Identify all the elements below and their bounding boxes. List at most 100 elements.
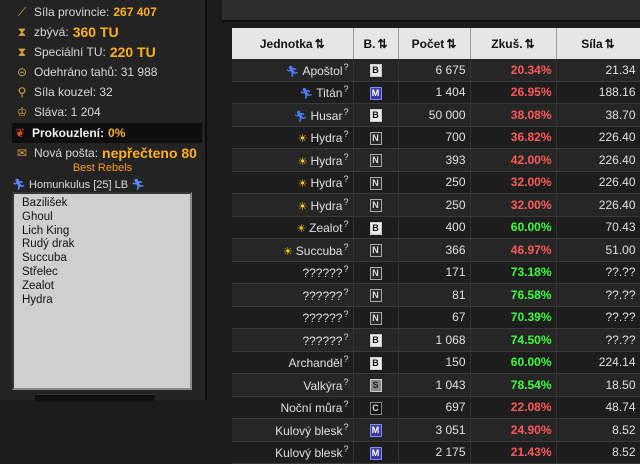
- unit-list-item[interactable]: Zealot: [22, 280, 182, 294]
- header-label: Počet: [411, 36, 445, 51]
- help-icon[interactable]: ?: [343, 174, 348, 184]
- sun-icon: ☀︎: [296, 223, 307, 236]
- unit-list-item[interactable]: Střelec: [22, 266, 182, 280]
- table-row: ☀︎ Succuba? N 366 46.97% 51.00: [232, 238, 640, 262]
- help-icon[interactable]: ?: [343, 354, 348, 364]
- col-header-power[interactable]: Síla ⇅: [556, 28, 640, 59]
- table-row: Kulový blesk? M 3 051 24.90% 8.52: [232, 418, 640, 442]
- unit-list-item[interactable]: Bazilišek: [22, 197, 182, 211]
- col-header-b[interactable]: B. ⇅: [353, 28, 399, 59]
- unit-list-item[interactable]: Hydra: [22, 294, 182, 308]
- power-cell: 38.70: [556, 103, 640, 127]
- type-cell: M: [353, 418, 399, 442]
- table-row: Valkýra? S 1 043 78.54% 18.50: [232, 373, 640, 397]
- power-cell: 224.14: [556, 351, 640, 374]
- unit-list-item[interactable]: Succuba: [22, 252, 182, 266]
- unit-listbox[interactable]: Bazilišek Ghoul Lich King Rudý drak Succuba S…: [12, 192, 192, 390]
- unit-name-link[interactable]: Titán: [316, 86, 342, 100]
- stat-remaining-tu: ⧗ zbývá: 360 TU: [14, 23, 119, 41]
- unit-name-link[interactable]: Hydra: [310, 154, 342, 168]
- help-icon[interactable]: ?: [343, 264, 348, 274]
- help-icon[interactable]: ?: [343, 107, 348, 117]
- runner-icon: 🏃︎: [299, 88, 314, 101]
- exp-cell: 76.58%: [470, 283, 557, 307]
- unit-cell: Kulový blesk?: [232, 418, 354, 442]
- count-cell: 250: [398, 171, 471, 194]
- col-header-unit[interactable]: Jednotka ⇅: [232, 28, 354, 59]
- help-icon[interactable]: ?: [343, 129, 348, 139]
- power-cell: ??.??: [556, 306, 640, 329]
- best-rebels-link[interactable]: Best Rebels: [0, 162, 205, 174]
- stat-special-tu: ⧗ Speciální TU: 220 TU: [14, 43, 156, 61]
- unit-name-link[interactable]: Noční můra: [280, 401, 342, 415]
- table-row: Archanděl? B 150 60.00% 224.14: [232, 351, 640, 374]
- header-label: B.: [363, 36, 376, 51]
- count-cell: 67: [398, 306, 471, 329]
- power-cell: ??.??: [556, 283, 640, 307]
- unit-name-link[interactable]: Zealot: [309, 221, 342, 235]
- type-cell: N: [353, 148, 399, 172]
- sort-icon: ⇅: [446, 36, 457, 51]
- unit-name-link[interactable]: ??????: [302, 334, 342, 348]
- help-icon[interactable]: ?: [343, 287, 348, 297]
- help-icon[interactable]: ?: [343, 62, 348, 72]
- unit-name-link[interactable]: Apoštol: [302, 64, 342, 78]
- count-cell: 250: [398, 193, 471, 217]
- mail-unread-link[interactable]: nepřečteno 80: [102, 145, 197, 161]
- unit-name-link[interactable]: Valkýra: [303, 379, 342, 393]
- unit-list-item[interactable]: Ghoul: [22, 211, 182, 225]
- power-cell: 48.74: [556, 396, 640, 419]
- unit-name-link[interactable]: Kulový blesk: [275, 424, 342, 438]
- count-cell: 1 404: [398, 81, 471, 104]
- power-cell: 188.16: [556, 81, 640, 104]
- col-header-count[interactable]: Počet ⇅: [398, 28, 471, 59]
- homunkulus-info: 🏃︎ Homunkulus [25] LB 🏃︎: [12, 178, 145, 191]
- unit-name-link[interactable]: Kulový blesk: [275, 446, 342, 460]
- unit-name-link[interactable]: ??????: [302, 311, 342, 325]
- unit-list-item[interactable]: Lich King: [22, 225, 182, 239]
- unit-name-link[interactable]: Archanděl: [288, 356, 342, 370]
- unit-name-link[interactable]: Hydra: [310, 199, 342, 213]
- type-cell: B: [353, 328, 399, 352]
- unit-cell: Archanděl?: [232, 351, 354, 374]
- unit-name-link[interactable]: Hydra: [310, 131, 342, 145]
- count-cell: 171: [398, 261, 471, 284]
- header-label: Jednotka: [259, 36, 313, 51]
- sun-icon: ☀︎: [297, 133, 308, 146]
- power-cell: 226.40: [556, 171, 640, 194]
- stat-value: 360 TU: [72, 24, 119, 40]
- exp-cell: 38.08%: [470, 103, 557, 127]
- type-cell: B: [353, 103, 399, 127]
- help-icon[interactable]: ?: [343, 219, 348, 229]
- count-cell: 1 068: [398, 328, 471, 352]
- unit-name-link[interactable]: Succuba: [296, 244, 343, 258]
- help-icon[interactable]: ?: [343, 332, 348, 342]
- unit-name-link[interactable]: ??????: [302, 289, 342, 303]
- unit-name-link[interactable]: ??????: [302, 266, 342, 280]
- power-cell: 226.40: [556, 148, 640, 172]
- help-icon[interactable]: ?: [343, 309, 348, 319]
- exp-cell: 20.34%: [470, 59, 557, 82]
- unit-name-link[interactable]: Hydra: [310, 176, 342, 190]
- unit-cell: ☀︎ Hydra?: [232, 126, 354, 149]
- table-row: Kulový blesk? M 2 175 21.43% 8.52: [232, 441, 640, 464]
- stat-new-mail[interactable]: ✉ Nová pošta: nepřečteno 80: [14, 144, 197, 162]
- unit-list-item[interactable]: Rudý drak: [22, 238, 182, 252]
- help-icon[interactable]: ?: [343, 377, 348, 387]
- unit-cell: ???????: [232, 283, 354, 307]
- help-icon[interactable]: ?: [343, 84, 348, 94]
- help-icon[interactable]: ?: [343, 152, 348, 162]
- col-header-exp[interactable]: Zkuš. ⇅: [470, 28, 557, 59]
- unit-name-link[interactable]: Husar: [310, 109, 342, 123]
- sort-icon: ⇅: [377, 36, 388, 51]
- help-icon[interactable]: ?: [343, 422, 348, 432]
- help-icon[interactable]: ?: [343, 399, 348, 409]
- type-cell: B: [353, 59, 399, 82]
- type-cell: B: [353, 216, 399, 239]
- type-cell: N: [353, 283, 399, 307]
- exp-cell: 32.00%: [470, 171, 557, 194]
- help-icon[interactable]: ?: [343, 242, 348, 252]
- help-icon[interactable]: ?: [343, 444, 348, 454]
- type-cell: N: [353, 238, 399, 262]
- help-icon[interactable]: ?: [343, 197, 348, 207]
